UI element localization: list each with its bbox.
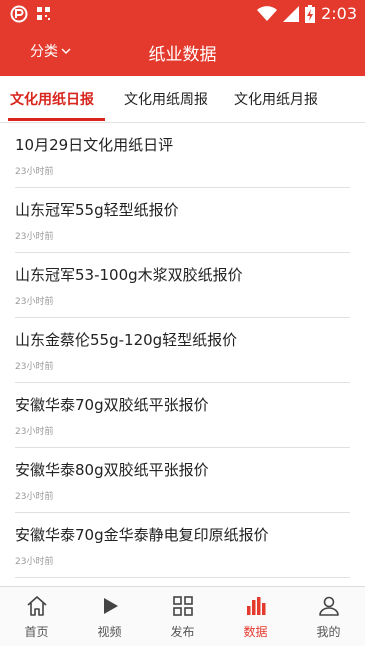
- grid-icon: [173, 596, 193, 616]
- nav-label: 视频: [97, 625, 122, 639]
- list-item[interactable]: 山东冠军55g轻型纸报价 23小时前: [15, 188, 350, 253]
- nav-publish[interactable]: 发布: [146, 587, 219, 646]
- notification-app-icon: [10, 5, 28, 23]
- signal-icon: [283, 6, 300, 22]
- article-time: 23小时前: [15, 492, 54, 502]
- nav-profile[interactable]: 我的: [292, 587, 365, 646]
- article-time: 23小时前: [15, 167, 54, 177]
- article-title: 10月29日文化用纸日评: [15, 136, 174, 154]
- article-time: 23小时前: [15, 557, 54, 567]
- nav-video[interactable]: 视频: [73, 587, 146, 646]
- nav-label: 发布: [170, 625, 195, 639]
- status-time: 2:03: [321, 4, 357, 23]
- bar-chart-icon: [247, 597, 266, 615]
- home-icon: [27, 596, 47, 616]
- qr-code-icon: [37, 7, 50, 20]
- article-time: 23小时前: [15, 427, 54, 437]
- article-list: 10月29日文化用纸日评 23小时前 山东冠军55g轻型纸报价 23小时前 山东…: [0, 123, 365, 578]
- list-item[interactable]: 10月29日文化用纸日评 23小时前: [15, 123, 350, 188]
- nav-data[interactable]: 数据: [219, 587, 292, 646]
- tab-weekly-report[interactable]: 文化用纸周报: [124, 89, 208, 109]
- user-icon: [319, 596, 339, 616]
- battery-charging-icon: [305, 5, 316, 23]
- article-time: 23小时前: [15, 362, 54, 372]
- tab-bar: 文化用纸日报 文化用纸周报 文化用纸月报: [0, 76, 365, 123]
- article-title: 安徽华泰70g双胶纸平张报价: [15, 396, 209, 414]
- tab-daily-report[interactable]: 文化用纸日报: [10, 89, 94, 109]
- app-bar: 分类 纸业数据: [0, 28, 365, 76]
- article-time: 23小时前: [15, 297, 54, 307]
- page-title: 纸业数据: [148, 45, 217, 65]
- list-item[interactable]: 安徽华泰70g金华泰静电复印原纸报价 23小时前: [15, 513, 350, 578]
- article-title: 山东金蔡伦55g-120g轻型纸报价: [15, 331, 238, 349]
- wifi-icon: [257, 6, 278, 21]
- article-title: 山东冠军53-100g木浆双胶纸报价: [15, 266, 243, 284]
- play-icon: [104, 598, 118, 614]
- list-item[interactable]: 山东金蔡伦55g-120g轻型纸报价 23小时前: [15, 318, 350, 383]
- list-item[interactable]: 安徽华泰80g双胶纸平张报价 23小时前: [15, 448, 350, 513]
- status-bar: 2:03: [0, 0, 365, 28]
- article-title: 安徽华泰70g金华泰静电复印原纸报价: [15, 526, 269, 544]
- nav-label: 我的: [316, 625, 341, 639]
- article-title: 安徽华泰80g双胶纸平张报价: [15, 461, 209, 479]
- tab-monthly-report[interactable]: 文化用纸月报: [234, 89, 318, 109]
- article-time: 23小时前: [15, 232, 54, 242]
- list-item[interactable]: 山东冠军53-100g木浆双胶纸报价 23小时前: [15, 253, 350, 318]
- article-title: 山东冠军55g轻型纸报价: [15, 201, 179, 219]
- active-tab-indicator: [8, 118, 105, 121]
- list-item[interactable]: 安徽华泰70g双胶纸平张报价 23小时前: [15, 383, 350, 448]
- bottom-nav: 首页 视频 发布 数据 我的: [0, 586, 365, 646]
- nav-home[interactable]: 首页: [0, 587, 73, 646]
- nav-label: 首页: [24, 625, 49, 639]
- nav-label: 数据: [243, 625, 268, 639]
